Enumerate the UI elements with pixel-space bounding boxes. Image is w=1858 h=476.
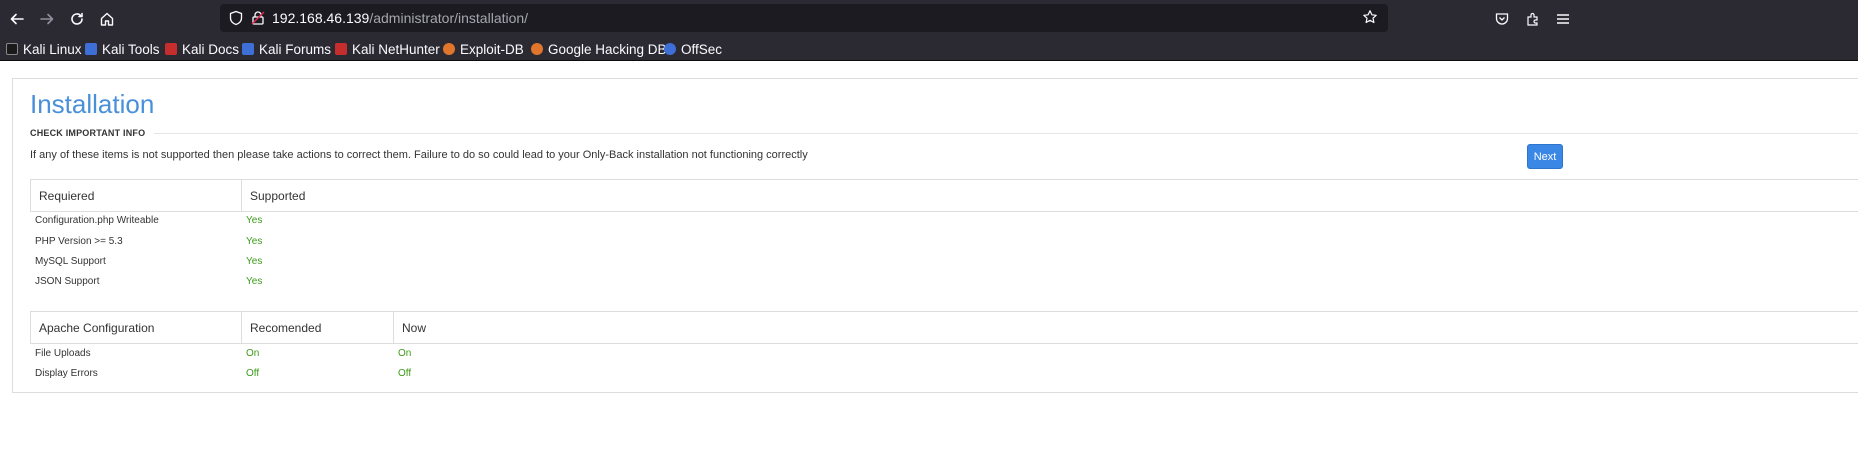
kali-forums-icon	[242, 43, 254, 55]
url-host: 192.168.46.139	[272, 10, 370, 26]
bookmark-kali-nethunter[interactable]: Kali NetHunter	[335, 40, 440, 58]
url-path: /administrator/installation/	[369, 10, 529, 26]
requirements-table-header: Requiered Supported	[30, 179, 1858, 212]
requirement-label: MySQL Support	[35, 256, 106, 267]
exploit-db-icon	[443, 43, 455, 55]
bookmarks-bar: Kali Linux Kali Tools Kali Docs Kali For…	[0, 37, 1858, 61]
shield-icon[interactable]	[228, 10, 244, 26]
extensions-icon[interactable]	[1518, 4, 1548, 34]
requirement-label: JSON Support	[35, 276, 100, 287]
requirement-label: Configuration.php Writeable	[35, 215, 159, 226]
requirement-label: PHP Version >= 5.3	[35, 236, 123, 247]
bookmark-kali-forums[interactable]: Kali Forums	[242, 40, 331, 58]
bookmark-label: Exploit-DB	[460, 41, 524, 57]
browser-toolbar: 192.168.46.139/administrator/installatio…	[0, 0, 1858, 37]
app-menu-icon[interactable]	[1548, 4, 1578, 34]
apache-current-value: On	[398, 348, 412, 359]
reload-icon[interactable]	[62, 4, 92, 34]
bookmark-star-icon[interactable]	[1362, 9, 1378, 29]
next-button[interactable]: Next	[1527, 144, 1563, 169]
column-header-recomended: Recomended	[242, 312, 394, 343]
bookmark-label: Kali Linux	[23, 41, 82, 57]
section-label: CHECK IMPORTANT INFO	[30, 128, 146, 138]
apache-setting-label: File Uploads	[35, 348, 91, 359]
pocket-icon[interactable]	[1487, 4, 1517, 34]
offsec-icon	[664, 43, 676, 55]
bookmark-kali-linux[interactable]: Kali Linux	[6, 40, 82, 58]
installation-panel: Installation CHECK IMPORTANT INFO If any…	[12, 78, 1858, 393]
requirement-status: Yes	[246, 236, 263, 247]
column-header-now: Now	[402, 320, 427, 335]
apache-setting-label: Display Errors	[35, 368, 98, 379]
forward-icon[interactable]	[32, 4, 62, 34]
requirement-status: Yes	[246, 215, 263, 226]
bookmark-google-hacking-db[interactable]: Google Hacking DB	[531, 40, 667, 58]
column-header-supported: Supported	[250, 188, 306, 203]
url-text: 192.168.46.139/administrator/installatio…	[272, 10, 528, 26]
bookmark-label: Kali Forums	[259, 41, 332, 57]
bookmark-label: Google Hacking DB	[548, 41, 667, 57]
intro-text: If any of these items is not supported t…	[30, 149, 808, 161]
bookmark-label: Kali Docs	[182, 41, 240, 57]
kali-tools-icon	[85, 43, 97, 55]
bookmark-label: Kali Tools	[102, 41, 160, 57]
apache-current-value: Off	[398, 368, 412, 379]
requirement-status: Yes	[246, 256, 263, 267]
back-icon[interactable]	[2, 4, 32, 34]
column-header-apache-configuration: Apache Configuration	[31, 312, 242, 343]
kali-dragon-icon	[6, 43, 18, 55]
page-title: Installation	[30, 89, 155, 119]
ghdb-icon	[531, 43, 543, 55]
address-bar[interactable]: 192.168.46.139/administrator/installatio…	[220, 4, 1388, 32]
bookmark-exploit-db[interactable]: Exploit-DB	[443, 40, 524, 58]
bookmark-kali-tools[interactable]: Kali Tools	[85, 40, 160, 58]
bookmark-offsec[interactable]: OffSec	[664, 40, 722, 58]
home-icon[interactable]	[92, 4, 122, 34]
column-header-requiered: Requiered	[31, 180, 242, 211]
apache-recommended-value: Off	[246, 368, 260, 379]
insecure-lock-icon[interactable]	[250, 10, 266, 26]
bookmark-kali-docs[interactable]: Kali Docs	[165, 40, 239, 58]
section-divider	[154, 133, 1858, 134]
bookmark-label: OffSec	[681, 41, 723, 57]
apache-table-header: Apache Configuration Recomended Now	[30, 311, 1858, 344]
requirement-status: Yes	[246, 276, 263, 287]
apache-recommended-value: On	[246, 348, 260, 359]
kali-docs-icon	[165, 43, 177, 55]
kali-nethunter-icon	[335, 43, 347, 55]
bookmark-label: Kali NetHunter	[352, 41, 440, 57]
